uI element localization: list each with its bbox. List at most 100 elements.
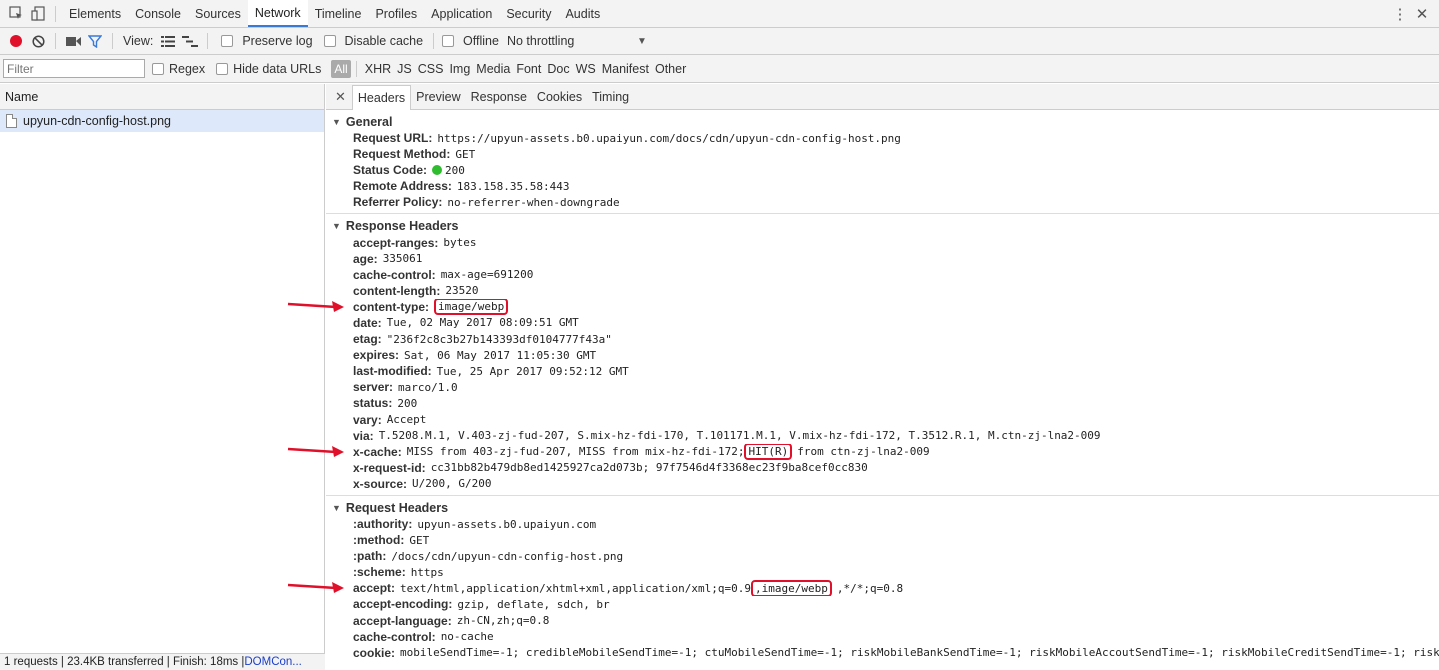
general-section-toggle[interactable]: ▼ General <box>326 114 1439 130</box>
hide-data-urls-checkbox[interactable] <box>216 62 229 75</box>
header-key: via: <box>353 428 374 443</box>
capture-screenshots-icon[interactable] <box>62 30 84 52</box>
disable-cache-checkbox[interactable] <box>323 35 336 47</box>
tab-security[interactable]: Security <box>499 0 558 27</box>
throttling-select[interactable]: No throttling ▼ <box>507 34 647 48</box>
large-rows-icon[interactable] <box>157 30 179 52</box>
header-value: mobileSendTime=-1; credibleMobileSendTim… <box>400 646 1439 660</box>
record-icon[interactable] <box>5 30 27 52</box>
tab-profiles[interactable]: Profiles <box>368 0 424 27</box>
details-tab-response[interactable]: Response <box>466 84 532 109</box>
request-headers-toggle[interactable]: ▼ Request Headers <box>326 500 1439 516</box>
header-row: cache-control: max-age=691200 <box>326 267 1439 283</box>
header-value: 200 <box>445 163 465 177</box>
resource-type-filters: XHR JS CSS Img Media Font Doc WS Manifest Other <box>359 62 687 76</box>
close-devtools-icon[interactable]: ✕ <box>1411 3 1433 25</box>
header-key: accept-ranges: <box>353 235 439 250</box>
tab-audits[interactable]: Audits <box>558 0 607 27</box>
header-key: expires: <box>353 348 400 363</box>
highlighted-value: ,image/webp <box>751 580 832 597</box>
tab-network[interactable]: Network <box>247 0 308 27</box>
header-value: ,*/*;q=0.8 <box>836 581 904 595</box>
filter-type-ws[interactable]: WS <box>576 62 596 76</box>
name-column-label: Name <box>5 89 39 104</box>
header-row: last-modified: Tue, 25 Apr 2017 09:52:12 … <box>326 363 1439 379</box>
header-value: no-cache <box>440 630 494 644</box>
filter-type-doc[interactable]: Doc <box>547 62 569 76</box>
header-row: content-type: image/webp <box>326 298 1439 315</box>
filter-all-button[interactable]: All <box>331 59 351 78</box>
section-title: Response Headers <box>345 219 459 234</box>
filter-type-img[interactable]: Img <box>449 62 470 76</box>
highlighted-value: image/webp <box>434 298 509 315</box>
header-row: server: marco/1.0 <box>326 379 1439 395</box>
header-key: etag: <box>353 332 382 347</box>
domcontentloaded-link[interactable]: DOMCon... <box>244 656 302 668</box>
header-row: :path: /docs/cdn/upyun-cdn-config-host.pn… <box>326 548 1439 564</box>
details-tab-cookies[interactable]: Cookies <box>532 84 587 109</box>
annotation-arrow-icon <box>287 582 344 593</box>
more-options-icon[interactable]: ⋮ <box>1389 3 1411 25</box>
header-key: :authority: <box>353 517 413 532</box>
header-value: https://upyun-assets.b0.upaiyun.com/docs… <box>437 131 901 145</box>
header-value: https <box>410 565 444 579</box>
name-column-header[interactable]: Name <box>0 84 324 110</box>
device-toolbar-icon[interactable] <box>27 3 49 25</box>
header-value: max-age=691200 <box>440 268 534 282</box>
header-key: accept-encoding: <box>353 597 453 612</box>
header-row: vary: Accept <box>326 412 1439 428</box>
clear-icon[interactable] <box>27 30 49 52</box>
response-headers-toggle[interactable]: ▼ Response Headers <box>326 218 1439 234</box>
header-row: Remote Address: 183.158.35.58:443 <box>326 178 1439 194</box>
file-icon <box>6 114 17 128</box>
header-value: Sat, 06 May 2017 11:05:30 GMT <box>404 348 597 362</box>
header-row: age: 335061 <box>326 251 1439 267</box>
status-ok-icon <box>432 165 443 176</box>
inspect-element-icon[interactable] <box>5 3 27 25</box>
tab-elements[interactable]: Elements <box>62 0 128 27</box>
divider <box>207 33 209 49</box>
tab-timeline[interactable]: Timeline <box>308 0 369 27</box>
filter-type-media[interactable]: Media <box>476 62 510 76</box>
header-key: :path: <box>353 549 387 564</box>
filter-type-manifest[interactable]: Manifest <box>602 62 649 76</box>
filter-type-xhr[interactable]: XHR <box>365 62 391 76</box>
filter-type-other[interactable]: Other <box>655 62 686 76</box>
preserve-log-checkbox[interactable] <box>221 35 234 47</box>
divider <box>355 60 357 77</box>
header-key: Request URL: <box>353 131 433 146</box>
annotation-arrow-icon <box>287 301 344 312</box>
header-value: GET <box>455 147 476 161</box>
header-row: :method: GET <box>326 532 1439 548</box>
details-tabs: ✕ Headers Preview Response Cookies Timing <box>326 84 1439 110</box>
filter-input[interactable] <box>3 59 145 78</box>
details-tab-headers[interactable]: Headers <box>351 85 412 110</box>
header-row: accept: text/html,application/xhtml+xml,a… <box>326 580 1439 597</box>
header-key: last-modified: <box>353 364 432 379</box>
header-value: text/html,application/xhtml+xml,applicat… <box>400 581 752 595</box>
header-key: Referrer Policy: <box>353 195 443 210</box>
offline-checkbox[interactable] <box>442 35 455 47</box>
details-tab-preview[interactable]: Preview <box>411 84 465 109</box>
header-key: age: <box>353 251 378 266</box>
request-row[interactable]: upyun-cdn-config-host.png <box>0 110 324 132</box>
filter-type-css[interactable]: CSS <box>418 62 444 76</box>
status-bar: 1 requests | 23.4KB transferred | Finish… <box>0 653 325 670</box>
hide-data-urls-label: Hide data URLs <box>233 61 322 76</box>
close-details-icon[interactable]: ✕ <box>329 89 352 105</box>
header-key: cache-control: <box>353 267 436 282</box>
tab-console[interactable]: Console <box>128 0 188 27</box>
details-tab-timing[interactable]: Timing <box>587 84 634 109</box>
tab-application[interactable]: Application <box>424 0 499 27</box>
header-value: zh-CN,zh;q=0.8 <box>456 614 550 628</box>
tab-sources[interactable]: Sources <box>188 0 248 27</box>
filter-type-js[interactable]: JS <box>397 62 412 76</box>
filter-icon[interactable] <box>84 30 106 52</box>
details-tab-list: Headers Preview Response Cookies Timing <box>351 84 634 110</box>
header-row: :authority: upyun-assets.b0.upaiyun.com <box>326 516 1439 532</box>
panel-tabs: Elements Console Sources Network Timeline Pro… <box>62 0 607 27</box>
filter-type-font[interactable]: Font <box>516 62 541 76</box>
regex-checkbox[interactable] <box>152 62 164 75</box>
header-key: :method: <box>353 533 405 548</box>
waterfall-overview-icon[interactable] <box>179 30 201 52</box>
